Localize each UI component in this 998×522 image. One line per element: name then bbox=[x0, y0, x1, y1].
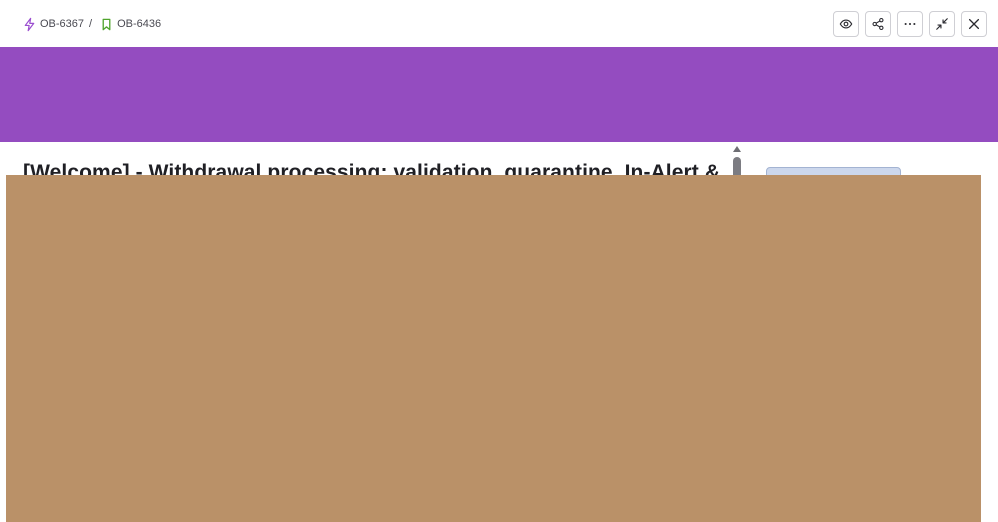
close-icon bbox=[967, 17, 981, 31]
breadcrumb-current-issue[interactable]: OB-6436 bbox=[99, 17, 161, 32]
cover-banner bbox=[0, 47, 998, 142]
scroll-up-arrow[interactable] bbox=[733, 146, 741, 152]
breadcrumb-parent-issue[interactable]: OB-6367 bbox=[22, 17, 84, 32]
issue-detail-panel: OB-6367 / OB-6436 [Welcome] - Withdrawal… bbox=[0, 0, 998, 522]
close-button[interactable] bbox=[961, 11, 987, 37]
watch-button[interactable] bbox=[833, 11, 859, 37]
breadcrumb-separator: / bbox=[89, 18, 93, 30]
collapse-icon bbox=[935, 17, 949, 31]
redaction-overlay bbox=[6, 175, 981, 522]
lightning-icon bbox=[22, 17, 37, 32]
share-button[interactable] bbox=[865, 11, 891, 37]
eye-icon bbox=[839, 17, 853, 31]
more-horizontal-icon bbox=[903, 17, 917, 31]
bookmark-icon bbox=[99, 17, 114, 32]
more-actions-button[interactable] bbox=[897, 11, 923, 37]
minimize-button[interactable] bbox=[929, 11, 955, 37]
current-issue-key: OB-6436 bbox=[117, 18, 162, 30]
share-icon bbox=[871, 17, 885, 31]
header-actions bbox=[833, 11, 987, 37]
top-bar: OB-6367 / OB-6436 bbox=[0, 0, 998, 47]
breadcrumb: OB-6367 / OB-6436 bbox=[22, 15, 161, 33]
parent-issue-key: OB-6367 bbox=[40, 18, 85, 30]
